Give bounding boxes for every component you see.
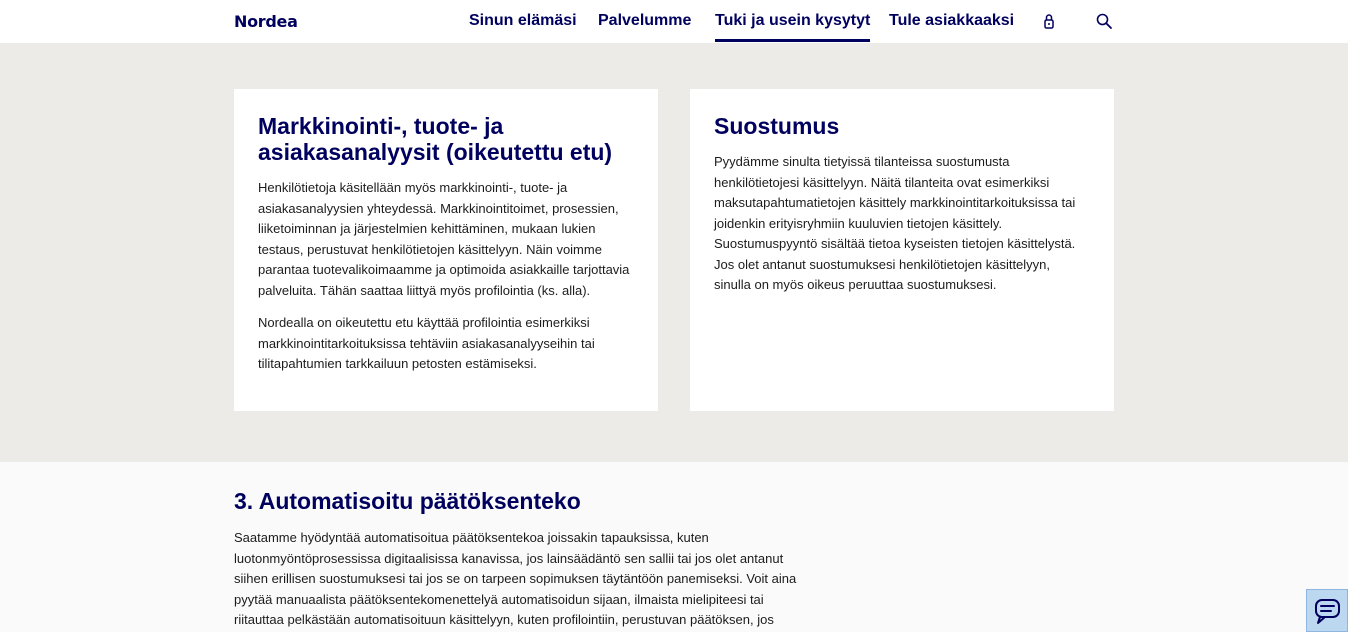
card-paragraph: Pyydämme sinulta tietyissä tilanteissa s… — [714, 154, 1076, 292]
chat-button[interactable] — [1306, 589, 1348, 632]
nav-palvelumme[interactable]: Palvelumme — [598, 12, 691, 30]
automated-decision-section: 3. Automatisoitu päätöksenteko Saatamme … — [234, 486, 804, 631]
search-icon[interactable] — [1095, 12, 1113, 30]
section-body: Saatamme hyödyntää automatisoitua päätök… — [234, 530, 797, 627]
card-marketing-analysis: Markkinointi-, tuote- ja asiakasanalyysi… — [234, 89, 658, 411]
card-paragraph: Nordealla on oikeutettu etu käyttää prof… — [258, 315, 595, 371]
info-band — [0, 43, 1348, 462]
card-paragraph: Henkilötietoja käsitellään myös markkino… — [258, 180, 630, 298]
card-title: Suostumus — [714, 113, 840, 139]
nav-sinun-elamasi[interactable]: Sinun elämäsi — [469, 12, 577, 30]
card-consent: Suostumus Pyydämme sinulta tietyissä til… — [690, 89, 1114, 411]
nordea-logo[interactable]: Nordea — [234, 12, 298, 31]
site-header: Nordea Sinun elämäsi Palvelumme Tuki ja … — [0, 0, 1348, 43]
chat-icon — [1315, 599, 1340, 624]
card-title: Markkinointi-, tuote- ja asiakasanalyysi… — [258, 113, 613, 165]
section-title: 3. Automatisoitu päätöksenteko — [234, 488, 581, 514]
lock-icon[interactable] — [1040, 12, 1058, 30]
nav-tuki-ja-usein-kysytyt[interactable]: Tuki ja usein kysytyt — [715, 12, 871, 42]
nav-tule-asiakkaaksi[interactable]: Tule asiakkaaksi — [889, 12, 1014, 30]
